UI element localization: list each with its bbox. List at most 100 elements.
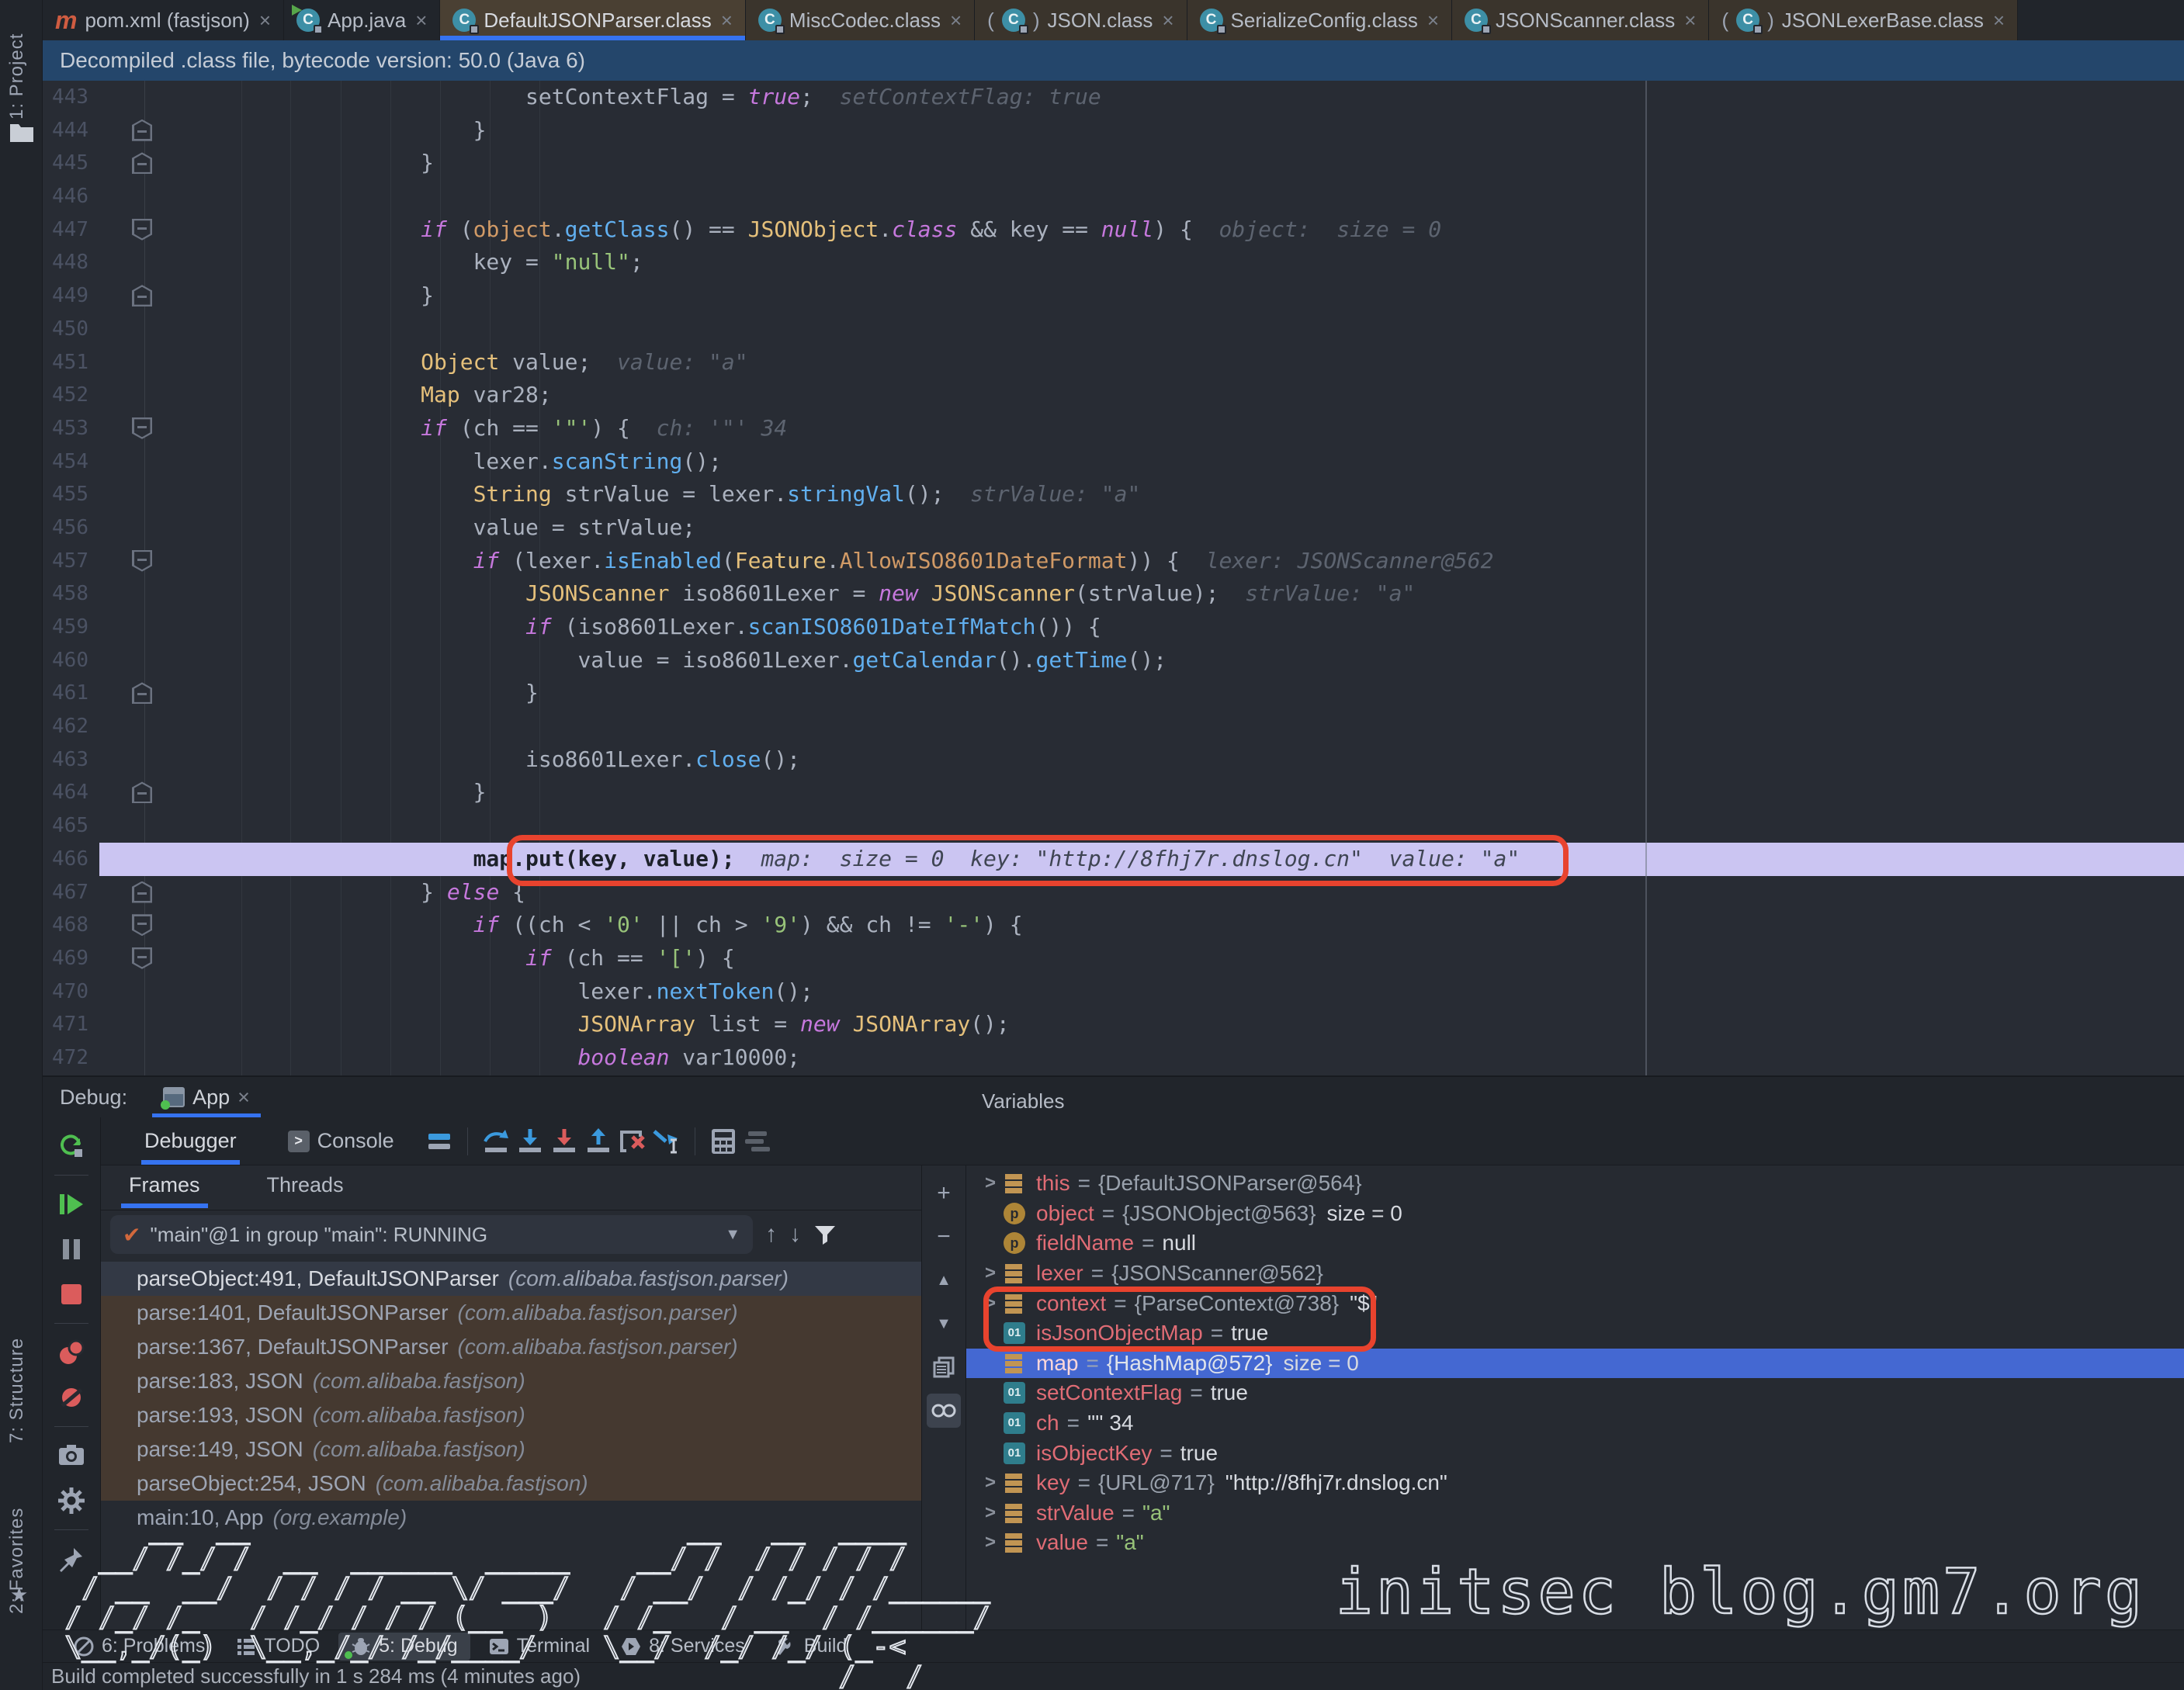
pause-button[interactable]	[54, 1232, 88, 1266]
code-line[interactable]: 458 JSONScanner iso8601Lexer = new JSONS…	[43, 577, 2184, 611]
chevron-right-icon[interactable]: >	[977, 1532, 1004, 1553]
close-icon[interactable]: ×	[259, 9, 271, 33]
add-watch-button[interactable]: +	[927, 1176, 961, 1210]
code-line[interactable]: 453 if (ch == '"') { ch: '"' 34	[43, 412, 2184, 445]
code-line[interactable]: 456 value = strValue;	[43, 511, 2184, 545]
code-line[interactable]: 447 if (object.getClass() == JSONObject.…	[43, 213, 2184, 247]
fold-marker-icon[interactable]	[132, 947, 152, 969]
code-line[interactable]: 455 String strValue = lexer.stringVal();…	[43, 478, 2184, 511]
close-icon[interactable]: ×	[237, 1086, 250, 1110]
tool-window-button-terminal[interactable]: Terminal	[477, 1633, 602, 1661]
step-into-button[interactable]	[513, 1124, 547, 1158]
code-line[interactable]: 446	[43, 180, 2184, 213]
pin-icon[interactable]	[54, 1542, 88, 1576]
settings-gear-icon[interactable]	[54, 1484, 88, 1518]
variable-row[interactable]: 01isJsonObjectMap=true	[966, 1318, 2184, 1349]
stack-frame-row[interactable]: parse:1367, DefaultJSONParser(com.alibab…	[101, 1330, 921, 1364]
tool-window-button-build[interactable]: Build	[764, 1633, 860, 1661]
stack-frame-row[interactable]: parse:149, JSON(com.alibaba.fastjson)	[101, 1432, 921, 1467]
code-line[interactable]: 471 JSONArray list = new JSONArray();	[43, 1008, 2184, 1041]
fold-marker-icon[interactable]	[132, 152, 152, 174]
view-breakpoints-button[interactable]	[54, 1335, 88, 1370]
fold-marker-icon[interactable]	[132, 914, 152, 936]
step-over-button[interactable]	[479, 1124, 513, 1158]
code-line[interactable]: 470 lexer.nextToken();	[43, 975, 2184, 1009]
code-line[interactable]: 465	[43, 809, 2184, 843]
layout-settings-icon[interactable]	[740, 1124, 775, 1158]
tab-frames[interactable]: Frames	[126, 1165, 203, 1208]
fold-marker-icon[interactable]	[132, 119, 152, 141]
chevron-right-icon[interactable]: >	[977, 1472, 1004, 1494]
editor-tab[interactable]: CApp.java×	[284, 0, 440, 40]
variable-row[interactable]: >strValue="a"	[966, 1498, 2184, 1529]
code-line[interactable]: 452 Map var28;	[43, 379, 2184, 412]
close-icon[interactable]: ×	[950, 9, 962, 33]
tool-window-button-problems[interactable]: 6: Problems	[61, 1633, 217, 1661]
stack-frame-row[interactable]: parse:1401, DefaultJSONParser(com.alibab…	[101, 1296, 921, 1330]
tab-threads[interactable]: Threads	[264, 1165, 347, 1208]
stop-button[interactable]	[54, 1277, 88, 1311]
code-line[interactable]: 450	[43, 313, 2184, 346]
code-line[interactable]: 469 if (ch == '[') {	[43, 942, 2184, 975]
variable-row[interactable]: pobject={JSONObject@563}size = 0	[966, 1199, 2184, 1229]
mute-breakpoints-button[interactable]	[54, 1380, 88, 1415]
variable-row[interactable]: map={HashMap@572}size = 0	[966, 1349, 2184, 1379]
editor-tab[interactable]: (C)JSONLexerBase.class×	[1709, 0, 2018, 40]
stack-frame-row[interactable]: parse:193, JSON(com.alibaba.fastjson)	[101, 1398, 921, 1432]
variable-row[interactable]: 01ch='"' 34	[966, 1408, 2184, 1439]
resume-button[interactable]	[54, 1187, 88, 1221]
variable-row[interactable]: pfieldName=null	[966, 1228, 2184, 1259]
close-icon[interactable]: ×	[1993, 9, 2005, 33]
fold-marker-icon[interactable]	[132, 285, 152, 306]
drop-frame-button[interactable]	[615, 1124, 650, 1158]
fold-marker-icon[interactable]	[132, 550, 152, 572]
code-line[interactable]: 461 }	[43, 677, 2184, 710]
run-to-cursor-button[interactable]	[650, 1124, 684, 1158]
code-line[interactable]: 472 boolean var10000;	[43, 1041, 2184, 1075]
code-line[interactable]: 445 }	[43, 147, 2184, 180]
close-icon[interactable]: ×	[415, 9, 427, 33]
editor-tab[interactable]: CMiscCodec.class×	[746, 0, 975, 40]
close-icon[interactable]: ×	[1684, 9, 1696, 33]
variable-row[interactable]: >key={URL@717}"http://8fhj7r.dnslog.cn"	[966, 1468, 2184, 1498]
code-line[interactable]: 454 lexer.scanString();	[43, 445, 2184, 479]
chevron-right-icon[interactable]: >	[977, 1172, 1004, 1194]
close-icon[interactable]: ×	[721, 9, 733, 33]
chevron-right-icon[interactable]: >	[977, 1293, 1004, 1314]
editor-tab[interactable]: CSerializeConfig.class×	[1187, 0, 1453, 40]
code-line[interactable]: 460 value = iso8601Lexer.getCalendar().g…	[43, 644, 2184, 677]
editor-tab[interactable]: CDefaultJSONParser.class×	[440, 0, 746, 40]
frame-up-icon[interactable]: ↑	[765, 1221, 777, 1248]
variable-row[interactable]: >this={DefaultJSONParser@564}	[966, 1169, 2184, 1199]
step-out-button[interactable]	[581, 1124, 615, 1158]
remove-watch-button[interactable]: −	[927, 1220, 961, 1254]
code-line[interactable]: 463 iso8601Lexer.close();	[43, 743, 2184, 777]
filter-icon[interactable]	[813, 1223, 837, 1246]
fold-marker-icon[interactable]	[132, 417, 152, 439]
editor-tab[interactable]: CJSONScanner.class×	[1452, 0, 1709, 40]
frame-down-icon[interactable]: ↓	[789, 1221, 801, 1248]
code-line[interactable]: 468 if ((ch < '0' || ch > '9') && ch != …	[43, 909, 2184, 942]
stack-frame-row[interactable]: parse:183, JSON(com.alibaba.fastjson)	[101, 1364, 921, 1398]
thread-selector[interactable]: ✔ "main"@1 in group "main": RUNNING ▼	[110, 1215, 753, 1254]
code-line[interactable]: 444 }	[43, 114, 2184, 147]
fold-marker-icon[interactable]	[132, 881, 152, 903]
fold-marker-icon[interactable]	[132, 219, 152, 241]
tool-window-button-services[interactable]: 8: Services	[608, 1633, 757, 1661]
close-icon[interactable]: ×	[1162, 9, 1173, 33]
move-up-icon[interactable]: ▲	[927, 1263, 961, 1297]
chevron-right-icon[interactable]: >	[977, 1502, 1004, 1524]
evaluate-expression-button[interactable]	[706, 1124, 740, 1158]
rerun-button[interactable]	[54, 1129, 88, 1163]
debug-session-tab[interactable]: App ×	[152, 1077, 261, 1117]
tool-window-button-todo[interactable]: TODO	[224, 1633, 332, 1661]
editor-tab[interactable]: mpom.xml (fastjson)×	[43, 0, 284, 40]
thread-dump-icon[interactable]	[54, 1439, 88, 1473]
code-line[interactable]: 464 }	[43, 776, 2184, 809]
stack-frame-row[interactable]: parseObject:491, DefaultJSONParser(com.a…	[101, 1262, 921, 1296]
variable-row[interactable]: >lexer={JSONScanner@562}	[966, 1259, 2184, 1289]
fold-marker-icon[interactable]	[132, 682, 152, 704]
copy-stack-icon[interactable]	[927, 1350, 961, 1384]
fold-marker-icon[interactable]	[132, 781, 152, 803]
sidebar-item-structure[interactable]: 7: Structure	[6, 1265, 28, 1443]
